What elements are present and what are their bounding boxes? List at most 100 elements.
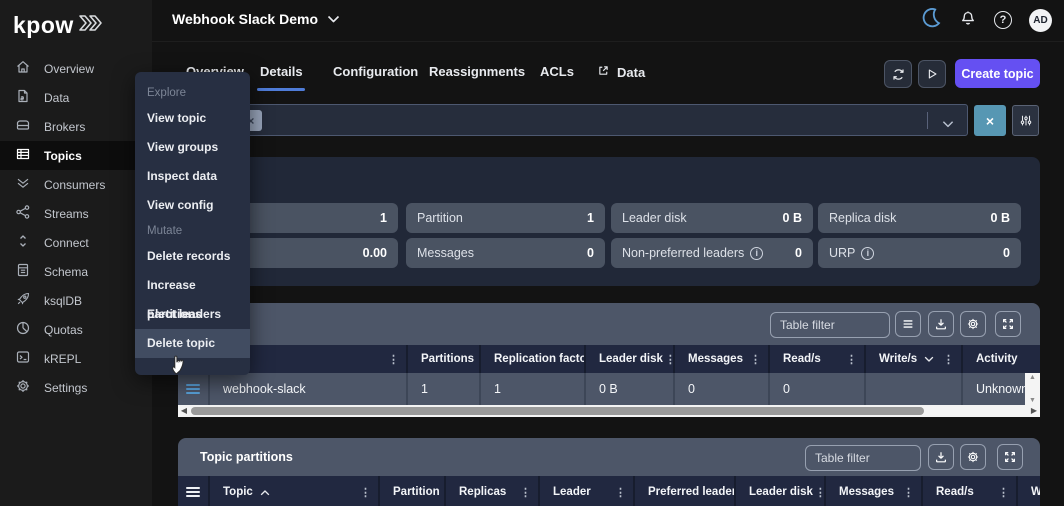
filter-options-button[interactable]: [1012, 105, 1039, 136]
expand-fullscreen-button[interactable]: [997, 444, 1023, 470]
help-icon[interactable]: ?: [994, 11, 1012, 29]
environment-selector[interactable]: Webhook Slack Demo: [172, 11, 340, 27]
avatar[interactable]: AD: [1029, 9, 1052, 32]
topics-table-row-webhook-slack[interactable]: webhook-slack 1 1 0 B 0 0 Unknown: [178, 373, 1025, 405]
scroll-up-icon[interactable]: ▲: [1029, 374, 1036, 381]
stat-card-non-preferred-leaders: Non-preferred leadersi 0: [611, 238, 813, 268]
stat-card-urp: URPi 0: [818, 238, 1021, 268]
chevron-down-icon[interactable]: [942, 116, 954, 134]
scroll-left-icon[interactable]: ◀: [178, 405, 190, 417]
chevron-down-icon: [327, 11, 340, 27]
row-menu-icon[interactable]: [186, 384, 200, 394]
tab-data[interactable]: Data: [597, 64, 645, 80]
sidebar-item-ksqldb[interactable]: ksqlDB: [0, 286, 152, 315]
menu-item-inspect-data[interactable]: Inspect data: [135, 162, 250, 191]
sidebar-item-label: Overview: [44, 62, 94, 76]
table-icon: [15, 146, 31, 165]
menu-item-view-config[interactable]: View config: [135, 191, 250, 220]
sort-desc-icon[interactable]: [924, 356, 934, 363]
sidebar-item-data[interactable]: Data: [0, 83, 152, 112]
gear-icon: [15, 378, 31, 397]
expand-fullscreen-button[interactable]: [995, 311, 1021, 337]
download-button[interactable]: [928, 311, 954, 337]
environment-title: Webhook Slack Demo: [172, 11, 318, 27]
sidebar-item-connect[interactable]: Connect: [0, 228, 152, 257]
schema-doc-icon: [15, 262, 31, 281]
tab-acls[interactable]: ACLs: [540, 64, 574, 79]
sidebar-item-streams[interactable]: Streams: [0, 199, 152, 228]
kebab-icon[interactable]: ⋮: [386, 353, 401, 366]
logo[interactable]: kpow: [13, 12, 104, 39]
download-button[interactable]: [928, 444, 954, 470]
sidebar-item-consumers[interactable]: Consumers: [0, 170, 152, 199]
sidebar-nav: Overview Data Brokers Topics Consumers S…: [0, 54, 152, 402]
kebab-icon[interactable]: ⋮: [663, 353, 673, 366]
tab-details[interactable]: Details: [260, 64, 303, 79]
double-chevron-down-icon: [15, 175, 31, 194]
menu-item-view-topic[interactable]: View topic: [135, 104, 250, 133]
sidebar-item-label: Brokers: [44, 120, 85, 134]
menu-item-delete-records[interactable]: Delete records: [135, 242, 250, 271]
info-icon[interactable]: i: [750, 247, 763, 260]
sort-asc-icon[interactable]: [260, 489, 270, 496]
scrollbar-thumb[interactable]: [191, 407, 924, 415]
terminal-icon: [15, 349, 31, 368]
sidebar-item-label: Consumers: [44, 178, 105, 192]
sidebar-item-krepl[interactable]: kREPL: [0, 344, 152, 373]
home-icon: [15, 59, 31, 78]
notifications-bell-icon[interactable]: [959, 9, 977, 32]
scroll-right-icon[interactable]: ▶: [1028, 405, 1040, 417]
topic-filter-select[interactable]: ck ×: [176, 104, 968, 136]
kebab-icon[interactable]: ⋮: [941, 353, 956, 366]
sidebar-item-label: Data: [44, 91, 69, 105]
menu-item-view-groups[interactable]: View groups: [135, 133, 250, 162]
sidebar-item-topics[interactable]: Topics: [0, 141, 152, 170]
column-menu-button[interactable]: [895, 311, 921, 337]
kebab-icon[interactable]: ⋮: [748, 353, 763, 366]
tab-configuration[interactable]: Configuration: [333, 64, 418, 79]
sidebar-item-label: Streams: [44, 207, 89, 221]
vertical-scrollbar[interactable]: ▲▼: [1025, 373, 1040, 405]
activity-cell: Unknown: [976, 382, 1025, 396]
section-title: Topic partitions: [200, 450, 293, 464]
sidebar: kpow Overview Data Brokers Top: [0, 0, 152, 506]
sidebar-item-settings[interactable]: Settings: [0, 373, 152, 402]
menu-item-increase-partitions[interactable]: Increase partitions: [135, 271, 250, 300]
menu-item-delete-topic[interactable]: Delete topic: [135, 329, 250, 358]
clear-filter-button[interactable]: ×: [974, 105, 1006, 136]
menu-section-mutate: Mutate: [135, 220, 250, 242]
table-filter-input[interactable]: [805, 445, 921, 471]
sidebar-item-label: ksqlDB: [44, 294, 82, 308]
row-menu-icon[interactable]: [186, 487, 200, 497]
kebab-icon[interactable]: ⋮: [996, 486, 1011, 499]
kebab-icon[interactable]: ⋮: [613, 486, 628, 499]
table-filter-input[interactable]: [770, 312, 890, 338]
topic-name-cell: webhook-slack: [223, 382, 306, 396]
active-tab-underline: [257, 88, 305, 91]
menu-item-elect-leaders[interactable]: Elect leaders: [135, 300, 250, 329]
table-settings-gear-button[interactable]: [960, 311, 986, 337]
document-icon: [15, 88, 31, 107]
sidebar-item-label: Schema: [44, 265, 88, 279]
share-icon: [15, 204, 31, 223]
sidebar-item-schema[interactable]: Schema: [0, 257, 152, 286]
kebab-icon[interactable]: ⋮: [901, 486, 916, 499]
sidebar-item-brokers[interactable]: Brokers: [0, 112, 152, 141]
external-link-icon: [597, 64, 610, 80]
kebab-icon[interactable]: ⋮: [844, 353, 859, 366]
sidebar-item-quotas[interactable]: Quotas: [0, 315, 152, 344]
info-icon[interactable]: i: [861, 247, 874, 260]
create-topic-button[interactable]: Create topic: [955, 59, 1040, 88]
kebab-icon[interactable]: ⋮: [518, 486, 533, 499]
kebab-icon[interactable]: ⋮: [358, 486, 373, 499]
play-button[interactable]: [918, 60, 946, 88]
kebab-icon[interactable]: ⋮: [813, 486, 824, 499]
sidebar-item-overview[interactable]: Overview: [0, 54, 152, 83]
dark-mode-moon-icon[interactable]: [921, 7, 942, 33]
stat-card-replica-disk: Replica disk 0 B: [818, 203, 1021, 233]
scroll-down-icon[interactable]: ▼: [1029, 397, 1036, 404]
table-settings-gear-button[interactable]: [960, 444, 986, 470]
horizontal-scrollbar[interactable]: ◀ ▶: [178, 405, 1040, 417]
tab-reassignments[interactable]: Reassignments: [429, 64, 525, 79]
refresh-button[interactable]: [884, 60, 912, 88]
